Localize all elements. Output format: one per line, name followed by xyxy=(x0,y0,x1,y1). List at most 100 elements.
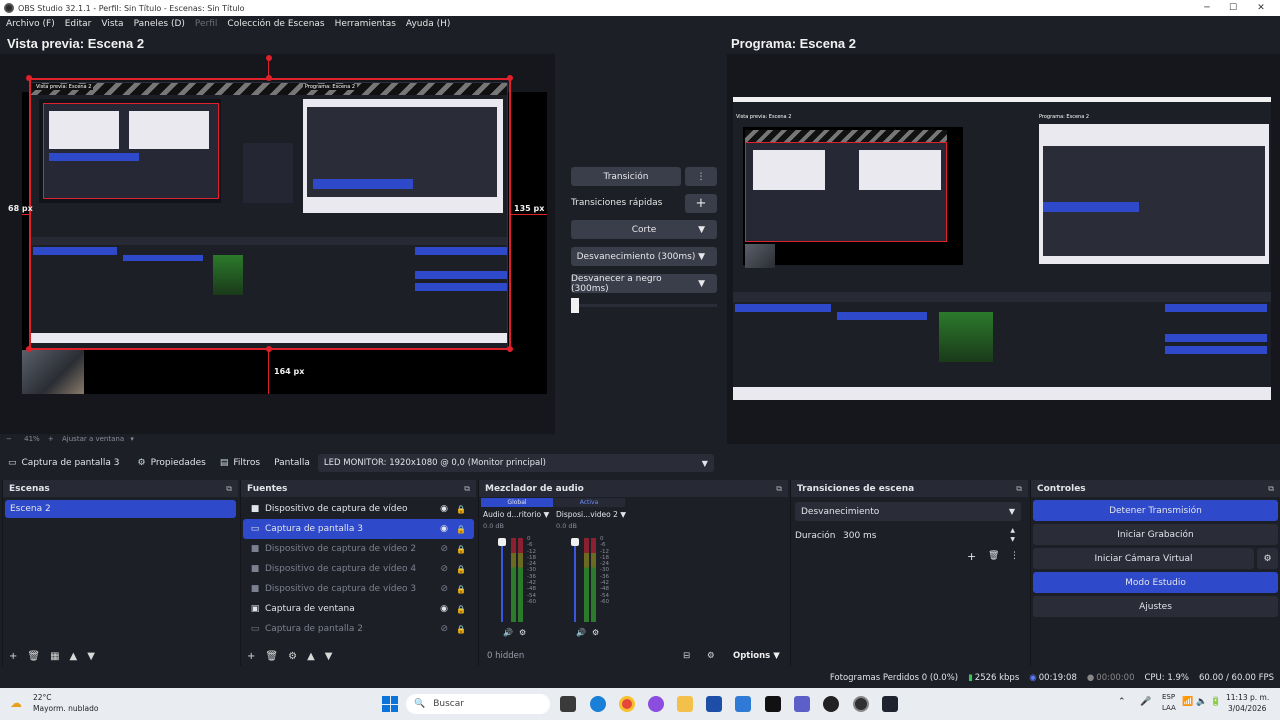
transition-slider-track[interactable] xyxy=(571,304,717,307)
stop-streaming-button[interactable]: Detener Transmisión xyxy=(1033,500,1278,521)
mixer-tab-global[interactable]: Global xyxy=(481,498,553,507)
fit-window-button[interactable]: Ajustar a ventana xyxy=(62,435,124,443)
menu-scene-collection[interactable]: Colección de Escenas xyxy=(227,19,324,29)
source-item[interactable]: ■ Dispositivo de captura de vídeo 3 ⊘ 🔒 xyxy=(243,579,474,599)
eye-hidden-icon[interactable]: ⊘ xyxy=(440,544,448,554)
spinner-icon[interactable]: ▲ ▼ xyxy=(1010,526,1015,544)
source-item[interactable]: ■ Dispositivo de captura de vídeo ◉ 🔒 xyxy=(243,499,474,519)
fade-black-transition-button[interactable]: Desvanecer a negro (300ms) ▼ xyxy=(571,274,717,294)
mixer-options-button[interactable]: Options ▼ xyxy=(733,651,780,661)
channel-gear-icon[interactable]: ⚙ xyxy=(592,628,599,637)
selection-box[interactable] xyxy=(29,78,511,350)
eye-hidden-icon[interactable]: ⊘ xyxy=(440,584,448,594)
undock-icon[interactable]: ⧉ xyxy=(776,484,782,494)
add-quick-transition-button[interactable]: + xyxy=(685,194,717,213)
remove-scene-button[interactable]: 🗑 xyxy=(27,651,40,662)
menu-docks[interactable]: Paneles (D) xyxy=(134,19,185,29)
browser-icon[interactable] xyxy=(735,696,751,712)
scene-filters-button[interactable]: ▦ xyxy=(50,651,59,662)
source-properties-button[interactable]: ⚙ xyxy=(288,651,297,662)
transition-slider-knob[interactable] xyxy=(571,298,579,313)
lock-icon[interactable]: 🔒 xyxy=(456,525,466,534)
eye-hidden-icon[interactable]: ⊘ xyxy=(440,564,448,574)
battery-icon[interactable]: 🔋 xyxy=(1210,697,1221,707)
resize-handle[interactable] xyxy=(266,346,272,352)
remove-transition-button[interactable]: 🗑 xyxy=(988,551,999,561)
chevron-down-icon[interactable]: ▼ xyxy=(698,279,705,289)
zoom-in-button[interactable]: + xyxy=(48,435,54,443)
wifi-icon[interactable]: 📶 xyxy=(1182,697,1193,707)
add-scene-button[interactable]: + xyxy=(9,651,17,662)
mixer-advanced-icon[interactable]: ⚙ xyxy=(707,651,715,661)
resize-handle[interactable] xyxy=(26,75,32,81)
lock-icon[interactable]: 🔒 xyxy=(456,545,466,554)
resize-handle[interactable] xyxy=(507,346,513,352)
close-button[interactable]: ✕ xyxy=(1246,0,1276,16)
scene-item[interactable]: Escena 2 xyxy=(5,500,236,518)
copilot-icon[interactable] xyxy=(648,696,664,712)
task-view-icon[interactable] xyxy=(560,696,576,712)
resize-handle[interactable] xyxy=(266,75,272,81)
chrome-icon[interactable] xyxy=(619,696,635,712)
store-icon[interactable] xyxy=(706,696,722,712)
lock-icon[interactable]: 🔒 xyxy=(456,625,466,634)
eye-hidden-icon[interactable]: ⊘ xyxy=(440,624,448,634)
lock-icon[interactable]: 🔒 xyxy=(456,505,466,514)
edge-icon[interactable] xyxy=(590,696,606,712)
speaker-icon[interactable]: 🔊 xyxy=(503,628,513,637)
undock-icon[interactable]: ⧉ xyxy=(226,484,232,494)
chevron-down-icon[interactable]: ▼ xyxy=(698,252,705,262)
volume-slider[interactable] xyxy=(574,540,576,622)
transition-type-select[interactable]: Desvanecimiento ▼ xyxy=(795,502,1021,521)
resize-handle[interactable] xyxy=(26,346,32,352)
volume-knob[interactable] xyxy=(571,538,579,546)
undock-icon[interactable]: ⧉ xyxy=(1268,484,1274,494)
move-up-button[interactable]: ▲ xyxy=(307,651,315,662)
chatgpt-icon[interactable] xyxy=(823,696,839,712)
teams-icon[interactable] xyxy=(794,696,810,712)
source-item[interactable]: ▭ Captura de pantalla 3 ◉ 🔒 xyxy=(243,519,474,539)
start-recording-button[interactable]: Iniciar Grabación xyxy=(1033,524,1278,545)
maximize-button[interactable]: ☐ xyxy=(1218,0,1248,16)
mixer-layout-icon[interactable]: ⊟ xyxy=(683,651,690,661)
webcam-thumbnail[interactable] xyxy=(22,350,84,394)
gear-icon[interactable]: ⚙ xyxy=(1257,548,1278,569)
resize-handle[interactable] xyxy=(507,75,513,81)
speaker-icon[interactable]: 🔊 xyxy=(576,628,586,637)
filters-button[interactable]: ▤ Filtros xyxy=(220,458,260,468)
virtual-camera-button[interactable]: Iniciar Cámara Virtual xyxy=(1033,548,1254,569)
mixer-tab-active[interactable]: Activa xyxy=(553,498,625,507)
volume-icon[interactable]: 🔈 xyxy=(1196,697,1207,707)
file-explorer-icon[interactable] xyxy=(677,696,693,712)
add-transition-button[interactable]: + xyxy=(967,550,976,563)
eye-icon[interactable]: ◉ xyxy=(440,524,448,534)
move-up-button[interactable]: ▲ xyxy=(70,651,78,662)
remove-source-button[interactable]: 🗑 xyxy=(265,651,278,662)
lock-icon[interactable]: 🔒 xyxy=(456,565,466,574)
properties-button[interactable]: ⚙ Propiedades xyxy=(138,458,206,468)
move-down-button[interactable]: ▼ xyxy=(325,651,333,662)
volume-knob[interactable] xyxy=(498,538,506,546)
clock-time[interactable]: 11:13 p. m. xyxy=(1226,693,1269,702)
menu-file[interactable]: Archivo (F) xyxy=(6,19,55,29)
channel-gear-icon[interactable]: ⚙ xyxy=(519,628,526,637)
language-top[interactable]: ESP xyxy=(1162,693,1175,701)
transition-button[interactable]: Transición xyxy=(571,167,681,186)
rotation-handle[interactable] xyxy=(266,55,272,61)
obs-icon[interactable] xyxy=(853,696,869,712)
clock-date[interactable]: 3/04/2026 xyxy=(1228,704,1266,713)
source-item[interactable]: ▣ Captura de ventana ◉ 🔒 xyxy=(243,599,474,619)
menu-view[interactable]: Vista xyxy=(101,19,123,29)
source-item[interactable]: ▭ Captura de pantalla 2 ⊘ 🔒 xyxy=(243,619,474,639)
more-options-icon[interactable]: ⋮ xyxy=(685,167,717,186)
source-item[interactable]: ■ Dispositivo de captura de vídeo 2 ⊘ 🔒 xyxy=(243,539,474,559)
mic-icon[interactable]: 🎤 xyxy=(1140,697,1151,707)
transition-menu-icon[interactable]: ⋮ xyxy=(1010,551,1019,561)
menu-profile[interactable]: Perfil xyxy=(195,19,218,29)
menu-tools[interactable]: Herramientas xyxy=(335,19,396,29)
eye-icon[interactable]: ◉ xyxy=(440,604,448,614)
chevron-down-icon[interactable]: ▾ xyxy=(130,435,134,443)
obs-window-icon[interactable] xyxy=(882,696,898,712)
lock-icon[interactable]: 🔒 xyxy=(456,605,466,614)
channel-menu-icon[interactable]: ▼ xyxy=(620,510,626,519)
